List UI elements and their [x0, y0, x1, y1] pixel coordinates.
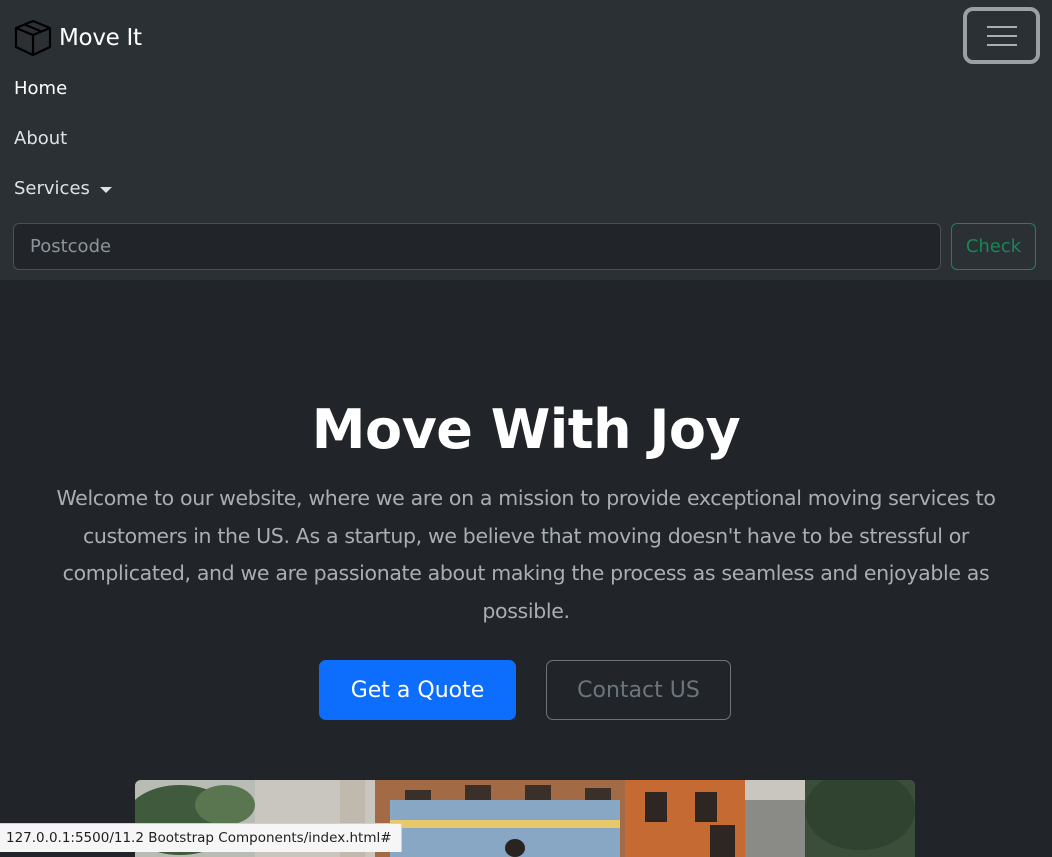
nav-link-about[interactable]: About	[14, 128, 67, 149]
caret-down-icon	[99, 186, 112, 193]
check-button[interactable]: Check	[951, 223, 1036, 270]
contact-us-button[interactable]: Contact US	[546, 660, 731, 720]
box-icon	[14, 19, 52, 57]
navbar: Move It Home About Services Check	[0, 0, 1052, 280]
status-bar-url: 127.0.0.1:5500/11.2 Bootstrap Components…	[0, 823, 402, 852]
postcode-input[interactable]	[13, 223, 941, 270]
hero-lead: Welcome to our website, where we are on …	[56, 486, 996, 624]
brand-link[interactable]: Move It	[13, 18, 142, 58]
hero-title: Move With Joy	[311, 398, 741, 461]
nav-link-services-label: Services	[14, 178, 90, 199]
hamburger-icon	[986, 25, 1017, 46]
get-quote-button[interactable]: Get a Quote	[319, 660, 516, 720]
brand-name: Move It	[59, 25, 142, 51]
nav-dropdown-services[interactable]: Services	[14, 178, 112, 199]
navbar-toggler-button[interactable]	[963, 7, 1040, 64]
nav-link-home[interactable]: Home	[14, 78, 67, 99]
